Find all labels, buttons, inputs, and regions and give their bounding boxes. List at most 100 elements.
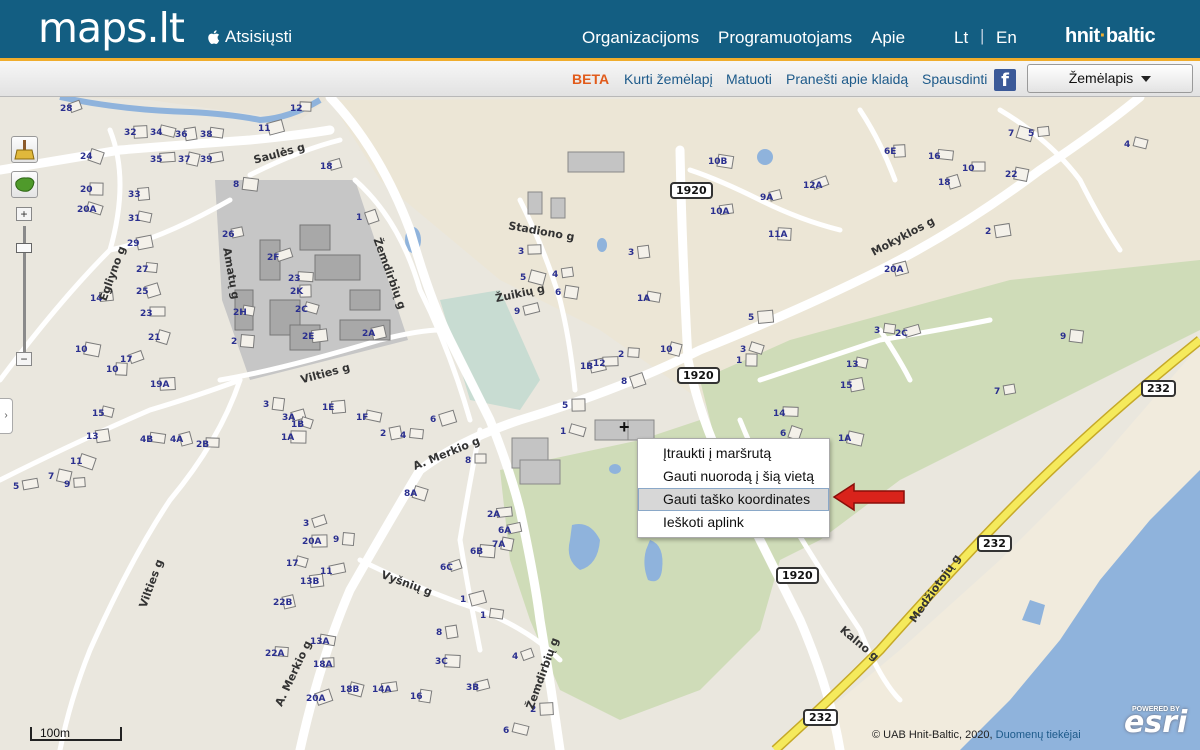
hnit-baltic-logo[interactable]: hnit·baltic (1065, 25, 1156, 48)
broom-clear-icon[interactable] (11, 136, 38, 163)
house-number: 5 (13, 482, 20, 492)
house-number: 2 (618, 350, 625, 360)
map-toolbar: BETA Kurti žemėlapį Matuoti Pranešti api… (0, 61, 1200, 97)
house-number: 2A (362, 329, 376, 339)
map-canvas[interactable]: 28 32 34 36 38 11 12 24 35 37 39 8 18 20 20A 33 31 29 27 25… (0, 97, 1200, 750)
maps-lt-logo[interactable]: maps.lt (38, 4, 185, 52)
nav-organizations[interactable]: Organizacijoms (582, 28, 699, 48)
ctx-get-coordinates[interactable]: Gauti taško koordinates (638, 488, 829, 511)
house-number: 11A (768, 230, 788, 240)
facebook-icon[interactable]: f (994, 69, 1016, 91)
house-number: 4 (552, 270, 559, 280)
ctx-get-link[interactable]: Gauti nuorodą į šią vietą (638, 465, 829, 488)
ctx-search-nearby[interactable]: Ieškoti aplink (638, 511, 829, 534)
top-header: maps.lt Atsisiųsti Organizacijoms Progra… (0, 0, 1200, 61)
zoom-out-button[interactable]: − (16, 352, 32, 366)
house-number: 36 (175, 130, 188, 140)
crosshair-marker-icon: + (619, 417, 630, 437)
house-number: 2 (380, 429, 387, 439)
zoom-in-button[interactable]: + (16, 207, 32, 221)
house-footprint (444, 624, 459, 640)
house-number: 2H (233, 308, 247, 318)
house-number: 3 (628, 248, 635, 258)
house-number: 1E (322, 403, 335, 413)
house-footprint (409, 427, 425, 440)
download-link[interactable]: Atsisiųsti (206, 27, 292, 47)
house-footprint (745, 353, 758, 367)
house-number: 6C (440, 563, 453, 573)
zoom-slider-handle[interactable] (16, 243, 32, 254)
lang-separator: | (980, 26, 985, 45)
house-number: 10A (710, 207, 730, 217)
house-number: 2C (295, 305, 308, 315)
house-footprint (21, 477, 40, 491)
house-number: 33 (128, 190, 141, 200)
house-number: 8 (621, 377, 628, 387)
house-number: 3 (874, 326, 881, 336)
print-link[interactable]: Spausdinti (922, 71, 987, 87)
map-context-menu: Įtraukti į maršrutą Gauti nuorodą į šią … (637, 438, 830, 538)
house-number: 7 (48, 472, 55, 482)
layer-dropdown-label: Žemėlapis (1068, 70, 1134, 86)
house-number: 39 (200, 155, 213, 165)
house-number: 13 (86, 432, 99, 442)
house-number: 28 (60, 104, 73, 114)
side-panel-toggle[interactable]: › (0, 398, 13, 434)
create-map-link[interactable]: Kurti žemėlapį (624, 71, 713, 87)
house-footprint (636, 244, 651, 260)
nav-developers[interactable]: Programuotojams (718, 28, 852, 48)
house-number: 5 (520, 273, 527, 283)
route-shield: 232 (977, 535, 1012, 552)
house-number: 7 (994, 387, 1001, 397)
layer-dropdown[interactable]: Žemėlapis (1027, 64, 1193, 93)
house-footprint (488, 607, 505, 620)
house-number: 10 (75, 345, 88, 355)
lang-en[interactable]: En (996, 28, 1017, 48)
house-number: 5 (748, 313, 755, 323)
nav-about[interactable]: Apie (871, 28, 905, 48)
house-number: 20A (302, 537, 322, 547)
lang-lt[interactable]: Lt (954, 28, 968, 48)
house-footprint (474, 453, 487, 464)
house-number: 38 (200, 130, 213, 140)
house-footprint (539, 702, 554, 716)
esri-logo[interactable]: esri (1124, 705, 1187, 740)
house-number: 18A (313, 660, 333, 670)
house-number: 2 (231, 337, 238, 347)
house-number: 1 (356, 213, 363, 223)
house-number: 3 (303, 519, 310, 529)
data-providers-link[interactable]: Duomenų tiekėjai (996, 729, 1081, 741)
house-footprint (563, 284, 580, 300)
report-error-link[interactable]: Pranešti apie klaidą (786, 71, 908, 87)
house-number: 25 (136, 287, 149, 297)
lithuania-map-icon[interactable] (11, 171, 38, 198)
house-number: 3 (263, 400, 270, 410)
house-number: 18 (320, 162, 333, 172)
house-number: 1A (838, 434, 852, 444)
house-footprint (239, 334, 255, 349)
measure-link[interactable]: Matuoti (726, 71, 772, 87)
house-footprint (757, 309, 775, 324)
house-number: 1 (480, 611, 487, 621)
house-number: 22B (273, 598, 293, 608)
house-number: 6 (503, 726, 510, 736)
house-number: 1 (736, 356, 743, 366)
house-number: 1F (356, 413, 369, 423)
house-number: 20A (884, 265, 904, 275)
house-footprint (627, 347, 640, 358)
house-number: 20A (77, 205, 97, 215)
house-number: 2 (985, 227, 992, 237)
house-footprint (560, 266, 575, 279)
house-footprint (882, 322, 897, 335)
ctx-add-to-route[interactable]: Įtraukti į maršrutą (638, 442, 829, 465)
house-number: 6A (498, 526, 512, 536)
house-number: 35 (150, 155, 163, 165)
house-number: 23 (288, 274, 301, 284)
house-footprint (1002, 383, 1017, 396)
house-number: 6E (884, 147, 897, 157)
house-number: 14 (773, 409, 786, 419)
house-number: 26 (222, 230, 235, 240)
house-number: 7A (492, 540, 506, 550)
house-number: 1A (637, 294, 651, 304)
house-number: 12 (593, 359, 606, 369)
